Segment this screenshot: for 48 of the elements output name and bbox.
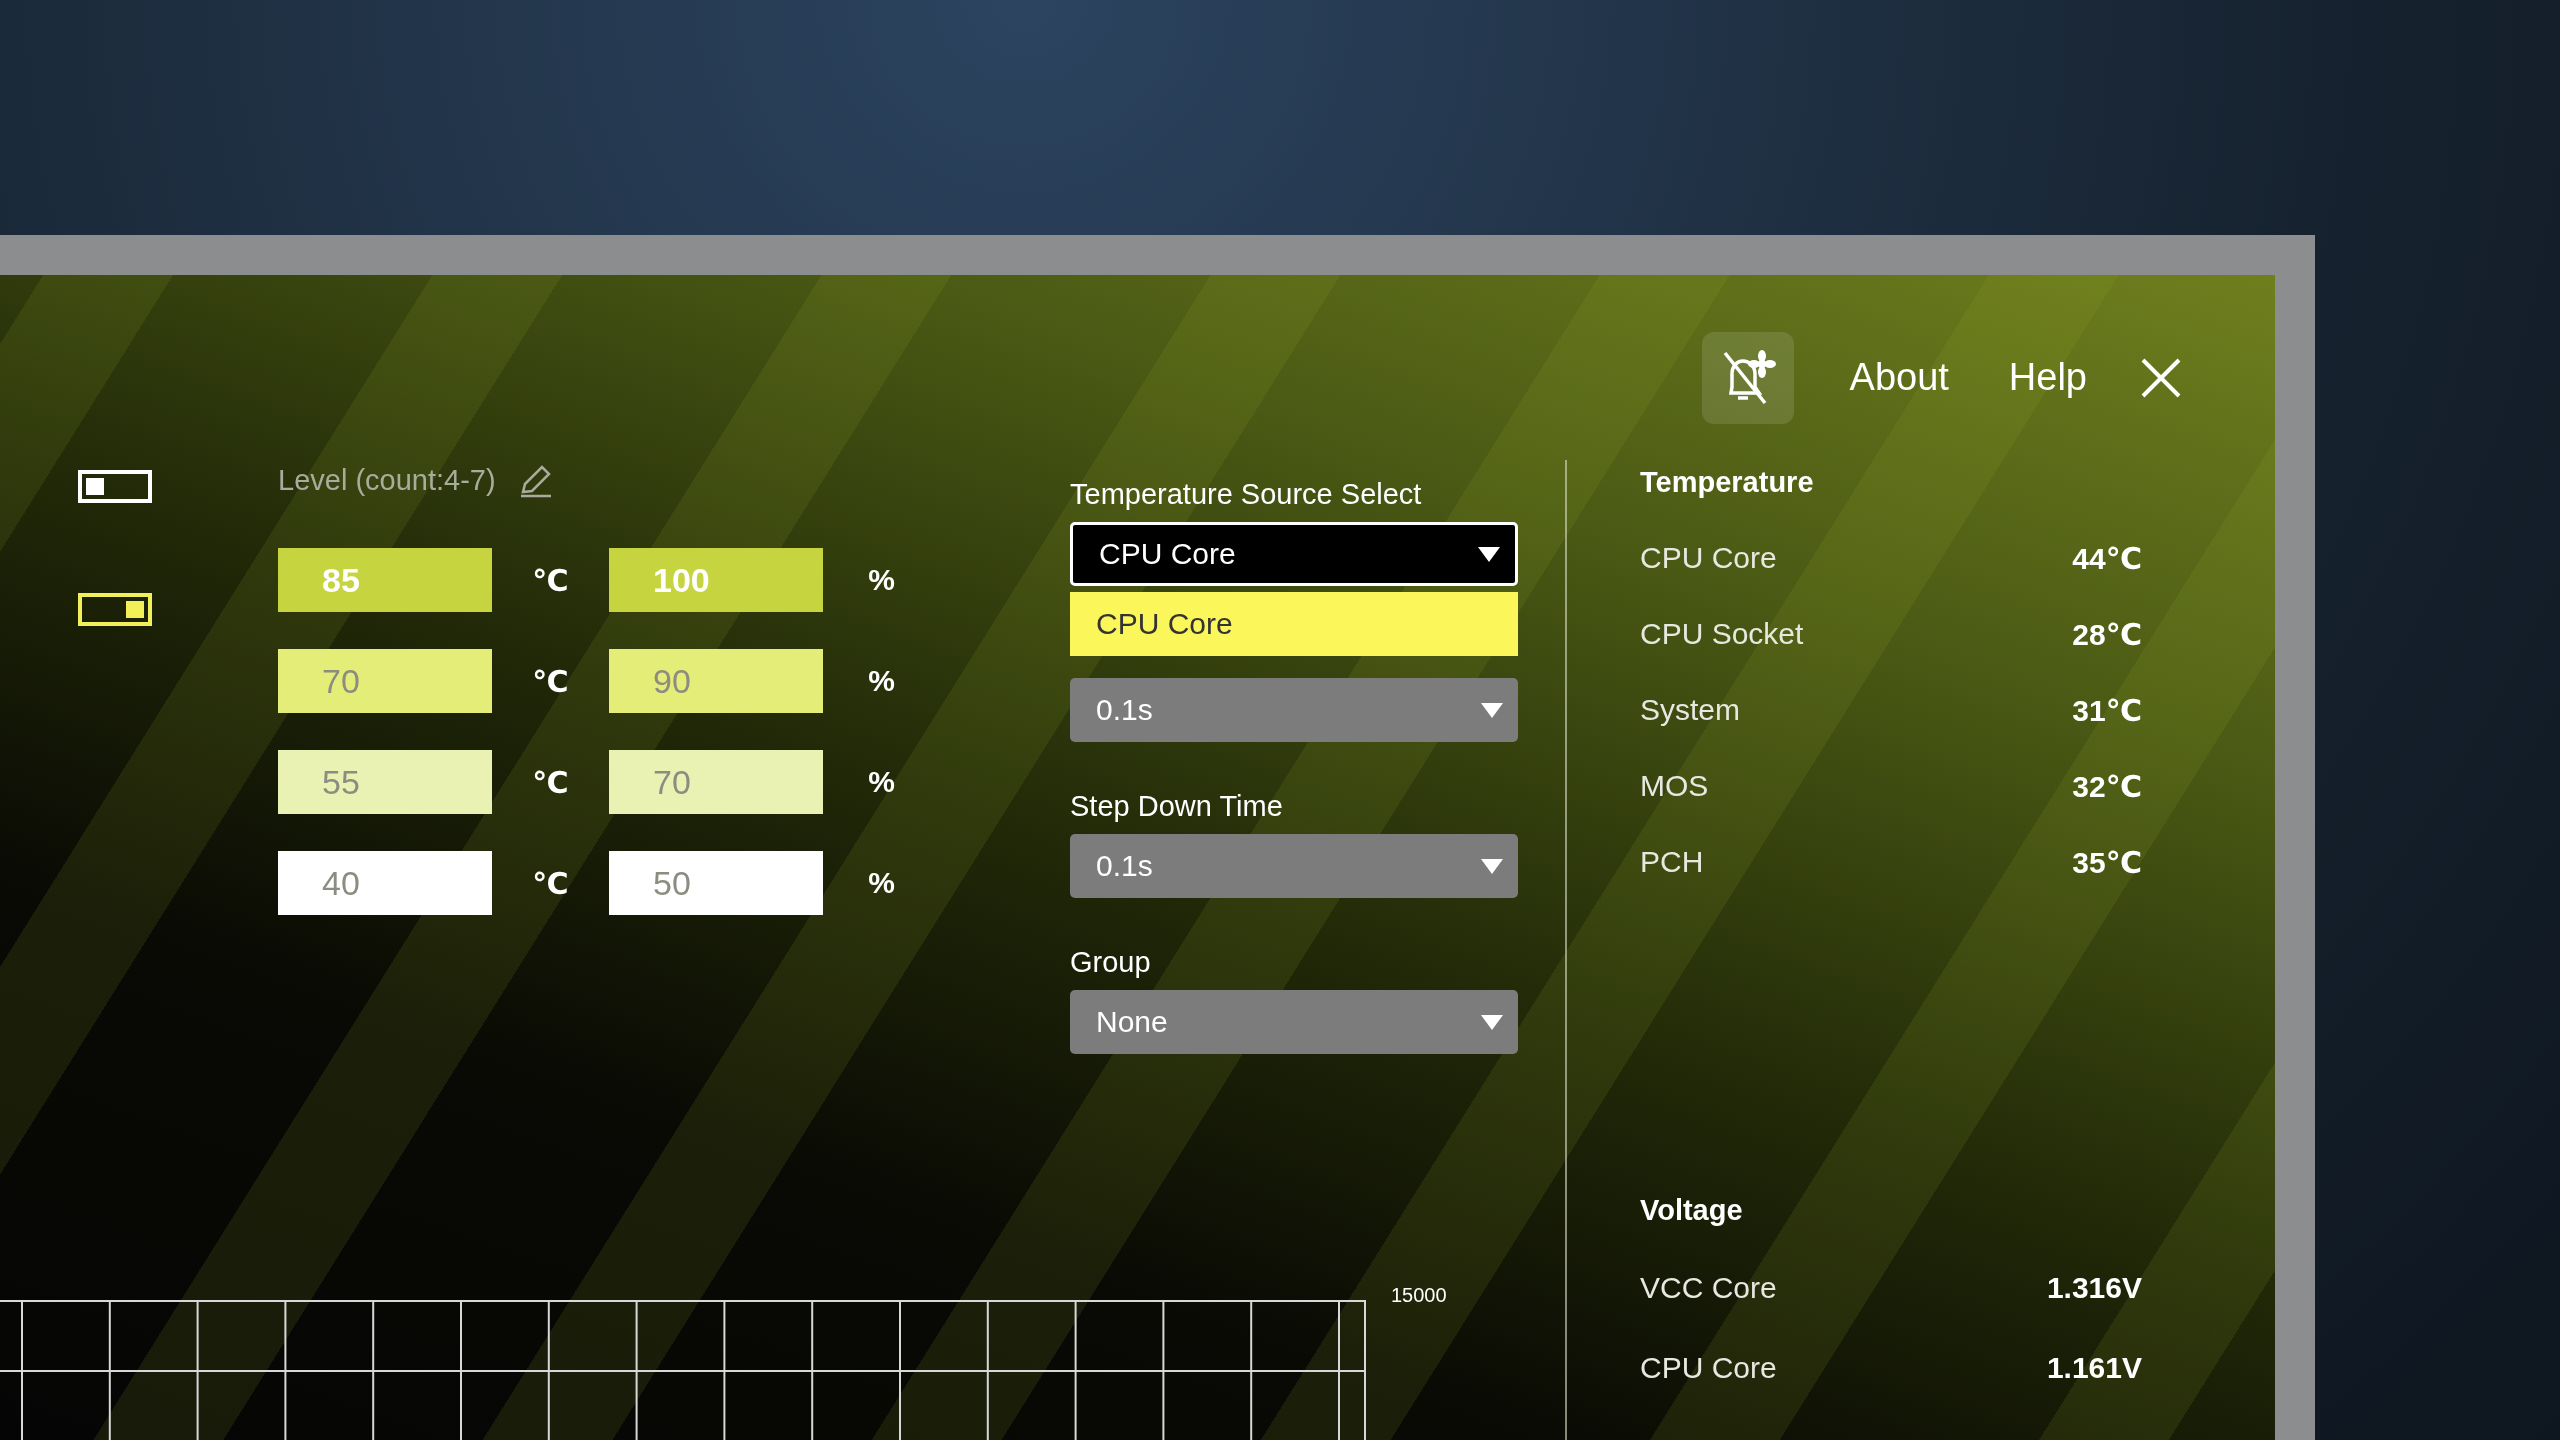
unit-label: ℃ <box>531 663 570 699</box>
dropdown-select[interactable]: 0.1s <box>1070 834 1518 898</box>
temperature-field[interactable]: 40 <box>278 851 492 915</box>
sensor-name: VCC Core <box>1640 1271 1777 1305</box>
fan-speed-field[interactable]: 70 <box>609 750 823 814</box>
caret-icon <box>1480 1013 1504 1031</box>
sensor-value: 31℃ <box>2072 692 2142 728</box>
caret-icon <box>1480 857 1504 875</box>
sensor-name: System <box>1640 693 1741 727</box>
sensor-value: 28℃ <box>2072 616 2142 652</box>
sensor-name: CPU Core <box>1640 1351 1777 1385</box>
unit-label: ℃ <box>531 865 570 901</box>
sensor-value: 35℃ <box>2072 844 2142 880</box>
menu-link[interactable]: Help <box>2008 356 2087 399</box>
sensor-value: 32℃ <box>2072 768 2142 804</box>
caret-icon <box>1480 701 1504 719</box>
sensor-value: 44℃ <box>2072 540 2142 576</box>
sensor-name: PCH <box>1640 845 1704 879</box>
menu-link[interactable]: About <box>1849 356 1949 399</box>
temperature-field[interactable]: 70 <box>278 649 492 713</box>
temperature-field[interactable]: 55 <box>278 750 492 814</box>
select-label: Step Down Time <box>1070 790 1284 822</box>
dropdown-select[interactable]: CPU Core <box>1070 522 1518 586</box>
section-title: Voltage <box>1640 1193 1744 1228</box>
level-label: Level (count:4-7) <box>278 463 496 497</box>
fan-speed-field[interactable]: 50 <box>609 851 823 915</box>
sensor-name: CPU Core <box>1640 541 1777 575</box>
select-label: Group <box>1070 946 1152 978</box>
select-label: Temperature Source Select <box>1070 478 1423 510</box>
section-title: Temperature <box>1640 465 1815 500</box>
unit-label: % <box>867 765 896 799</box>
dropdown-option[interactable]: CPU Core <box>1070 592 1518 656</box>
unit-label: % <box>867 563 896 597</box>
sensor-name: CPU Socket <box>1640 617 1804 651</box>
dropdown-select[interactable]: 0.1s <box>1070 678 1518 742</box>
view-toggle[interactable] <box>78 593 152 626</box>
fan-speed-field[interactable]: 90 <box>609 649 823 713</box>
unit-label: % <box>867 664 896 698</box>
dropdown-select[interactable]: None <box>1070 990 1518 1054</box>
caret-icon <box>1477 545 1501 563</box>
sensor-value: 1.161V <box>2046 1351 2142 1385</box>
unit-label: ℃ <box>531 764 570 800</box>
sensor-value: 1.316V <box>2046 1271 2142 1305</box>
fan-alert-button[interactable] <box>1701 331 1794 424</box>
unit-label: ℃ <box>531 562 570 598</box>
axis-label: 15000 <box>1391 1284 1447 1307</box>
sensor-name: MOS <box>1640 769 1709 803</box>
unit-label: % <box>867 866 896 900</box>
